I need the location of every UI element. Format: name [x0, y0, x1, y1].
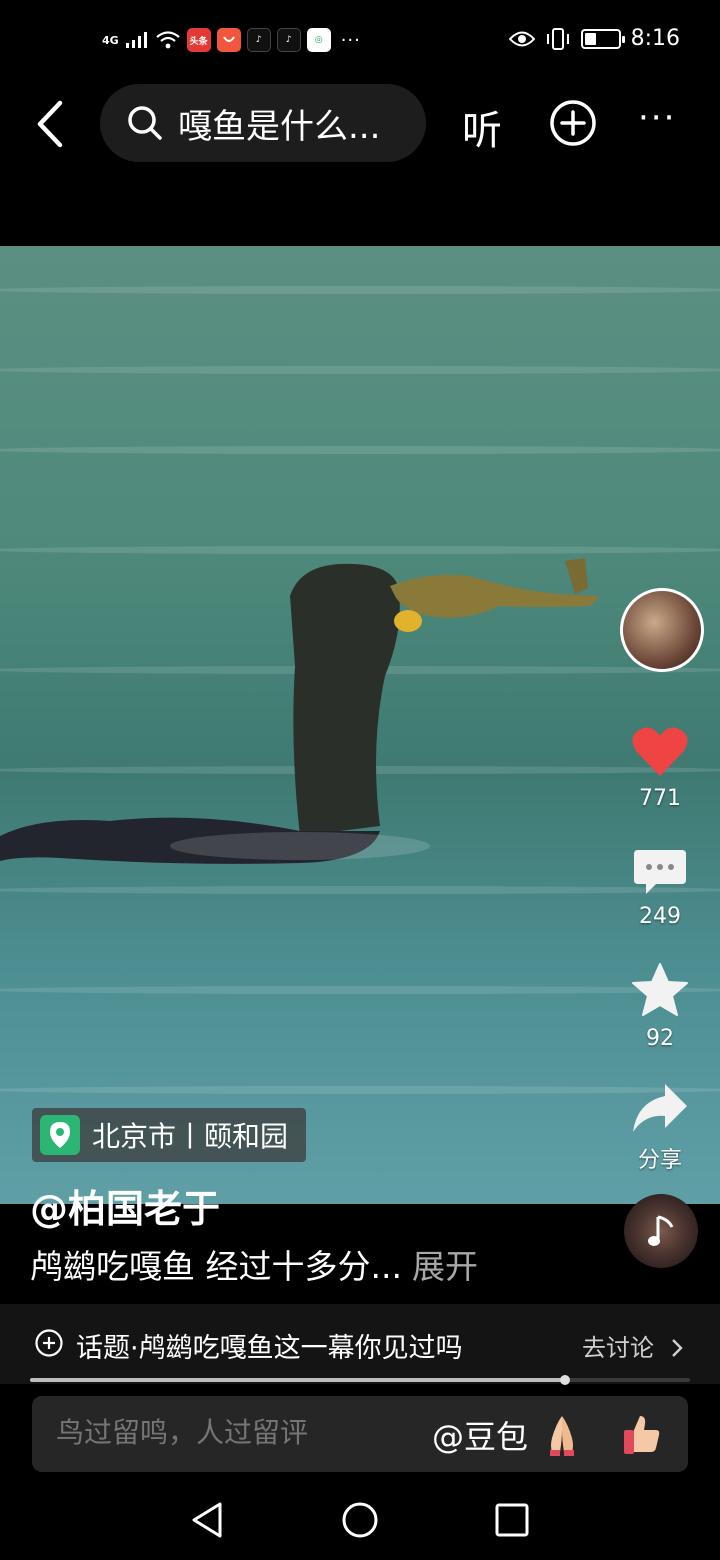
- nav-recents-icon[interactable]: [490, 1498, 534, 1542]
- huawei-store-icon: [216, 28, 241, 52]
- network-indicator: 4G: [102, 33, 119, 47]
- status-right: 8:16: [508, 26, 680, 51]
- video-player[interactable]: [0, 246, 720, 1204]
- doubao-mention-button[interactable]: @豆包: [432, 1412, 528, 1458]
- share-button[interactable]: 分享: [618, 1082, 702, 1174]
- favorite-button[interactable]: 92: [618, 962, 702, 1051]
- comment-bar: @豆包: [32, 1396, 688, 1472]
- search-box[interactable]: 嘎鱼是什么...: [100, 84, 426, 162]
- topic-add-icon: [35, 1329, 63, 1357]
- add-icon[interactable]: [548, 98, 598, 148]
- more-options-icon[interactable]: ···: [638, 98, 676, 138]
- status-left: 4G 头条 ♪ ♪ ◎ ···: [102, 28, 361, 52]
- signal-icon: [125, 32, 147, 48]
- comment-bubble-icon: [634, 850, 686, 894]
- cormorant-image: [0, 558, 600, 864]
- system-nav-bar: [0, 1480, 720, 1560]
- top-bar: 嘎鱼是什么... 听 ···: [0, 84, 720, 164]
- comment-button[interactable]: 249: [618, 848, 702, 929]
- share-arrow-icon: [633, 1084, 687, 1132]
- douyin-lite-icon: ♪: [276, 28, 301, 52]
- battery-icon: [580, 28, 625, 49]
- favorite-count: 92: [646, 1026, 674, 1051]
- pray-hands-icon[interactable]: [538, 1410, 586, 1458]
- creator-avatar[interactable]: [620, 588, 704, 672]
- like-count: 771: [639, 786, 681, 811]
- wifi-icon: [155, 31, 180, 49]
- location-text: 北京市丨颐和园: [92, 1120, 289, 1153]
- discuss-label: 去讨论: [582, 1334, 654, 1362]
- caption-text: 鸬鹚吃嘎鱼 经过十多分...: [30, 1247, 402, 1286]
- china-mobile-icon: ◎: [306, 28, 331, 52]
- topic-bar[interactable]: 话题·鸬鹚吃嘎鱼这一幕你见过吗 去讨论: [0, 1304, 720, 1384]
- video-caption: 鸬鹚吃嘎鱼 经过十多分... 展开: [30, 1240, 478, 1288]
- music-note-icon: [648, 1215, 674, 1246]
- search-query: 嘎鱼是什么...: [178, 106, 381, 147]
- discuss-link[interactable]: 去讨论: [582, 1328, 684, 1363]
- toutiao-app-icon: 头条: [186, 28, 211, 52]
- clock: 8:16: [630, 26, 680, 51]
- vibrate-icon: [546, 27, 569, 50]
- location-tag[interactable]: 北京市丨颐和园: [32, 1108, 307, 1162]
- star-icon: [632, 963, 688, 1016]
- battery-level: [584, 32, 596, 45]
- more-notifications-icon: ···: [340, 29, 361, 51]
- nav-home-icon[interactable]: [338, 1498, 382, 1542]
- listen-button[interactable]: 听: [462, 98, 502, 156]
- expand-link[interactable]: 展开: [412, 1247, 478, 1286]
- music-disc[interactable]: [624, 1194, 698, 1268]
- back-button[interactable]: [22, 90, 78, 158]
- like-button[interactable]: 771: [618, 726, 702, 811]
- share-label: 分享: [637, 1148, 682, 1173]
- back-arrow-icon: [37, 100, 63, 148]
- douyin-app-icon: ♪: [246, 28, 271, 52]
- nav-back-icon[interactable]: [186, 1498, 230, 1542]
- status-bar: 4G 头条 ♪ ♪ ◎ ··· 8:16: [0, 0, 720, 84]
- progress-handle[interactable]: [559, 1375, 570, 1385]
- heart-icon: [632, 727, 688, 776]
- comment-count: 249: [639, 904, 681, 929]
- search-icon: [128, 106, 162, 140]
- progress-fill: [30, 1378, 565, 1382]
- eye-comfort-icon: [508, 31, 535, 46]
- location-pin-icon: [40, 1115, 80, 1155]
- thumbs-up-icon[interactable]: [618, 1410, 666, 1458]
- author-username[interactable]: @柏国老于: [30, 1178, 220, 1233]
- video-progress-bar[interactable]: [30, 1375, 690, 1385]
- comment-input[interactable]: [56, 1416, 376, 1449]
- chevron-right-icon: [671, 1339, 683, 1357]
- topic-text: 话题·鸬鹚吃嘎鱼这一幕你见过吗: [76, 1333, 463, 1364]
